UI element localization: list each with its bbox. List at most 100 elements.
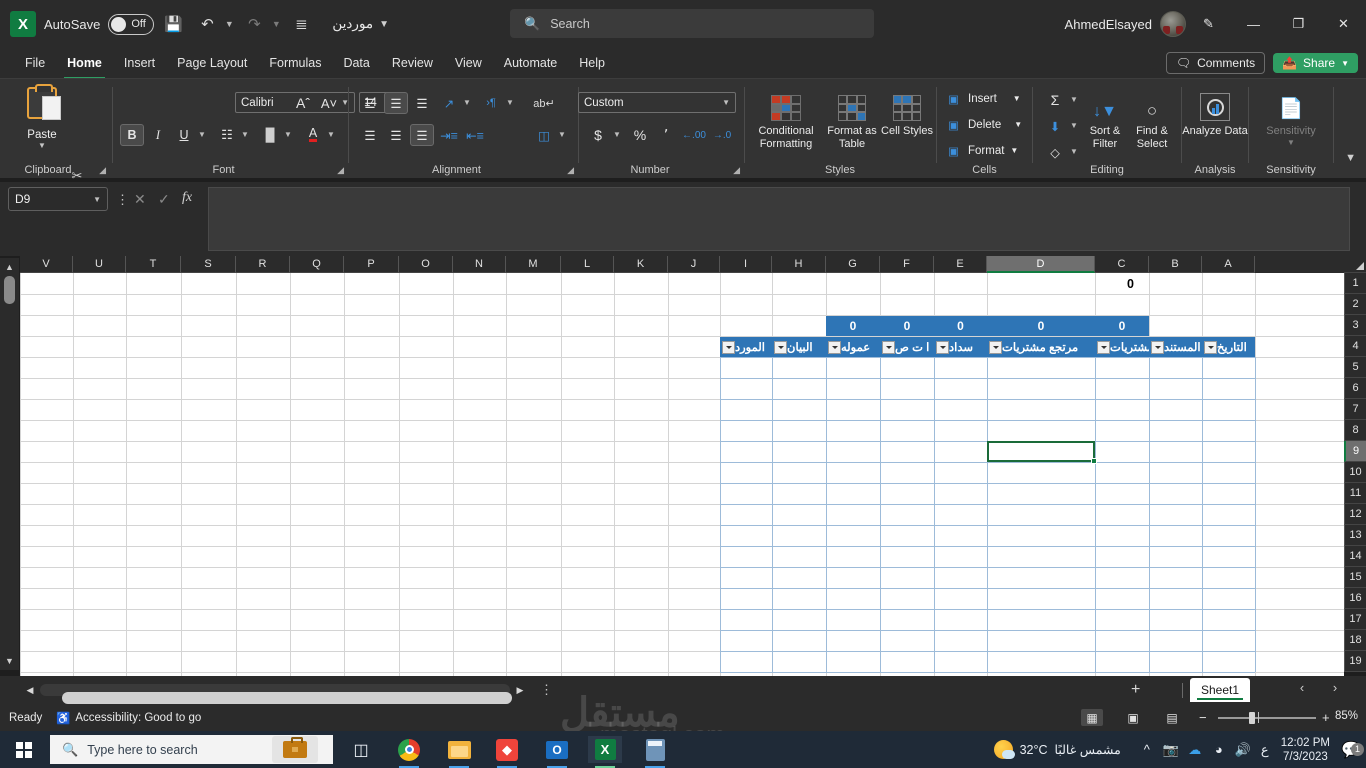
scroll-left-icon[interactable]: ◀: [22, 683, 38, 697]
clipboard-dialog-launcher[interactable]: ◢: [99, 165, 106, 176]
fill-color-dropdown-icon[interactable]: ▼: [283, 130, 293, 139]
sheet-area[interactable]: 000000التاريخرقم المستندمشترياتمرتجع مشت…: [20, 273, 1344, 676]
formula-input[interactable]: [208, 187, 1350, 251]
tab-formulas[interactable]: Formulas: [258, 51, 332, 75]
fill-handle[interactable]: [1091, 458, 1097, 464]
redo-dropdown-icon[interactable]: ▼: [270, 9, 282, 39]
font-dialog-launcher[interactable]: ◢: [337, 165, 344, 176]
column-header-B[interactable]: B: [1149, 256, 1202, 273]
insert-cells-button[interactable]: ▣ Insert ▼: [945, 91, 1021, 106]
fill-color-icon[interactable]: █: [258, 124, 282, 146]
borders-icon[interactable]: ☷: [215, 124, 239, 146]
top-align-icon[interactable]: ☰: [358, 92, 382, 114]
row-header-11[interactable]: 11: [1344, 483, 1366, 504]
bottom-align-icon[interactable]: ☰: [410, 92, 434, 114]
column-header-K[interactable]: K: [614, 256, 668, 273]
align-right-icon[interactable]: ☰: [410, 124, 434, 146]
increase-font-size-icon[interactable]: Aˆ: [291, 92, 315, 114]
document-title-dropdown-icon[interactable]: ▼: [379, 19, 389, 30]
table-header-E4[interactable]: سداد: [934, 337, 987, 357]
minimize-button[interactable]: —: [1231, 0, 1276, 48]
filter-dropdown-icon[interactable]: [1097, 340, 1110, 354]
briefcase-icon[interactable]: [272, 736, 318, 763]
delete-dropdown-icon[interactable]: ▼: [1014, 120, 1022, 129]
avatar[interactable]: [1160, 11, 1186, 37]
font-color-icon[interactable]: A: [301, 124, 325, 146]
column-header-P[interactable]: P: [344, 256, 399, 273]
calculator-icon[interactable]: [638, 736, 672, 768]
cell-C1[interactable]: 0: [1127, 277, 1134, 291]
page-layout-view-icon[interactable]: ▣: [1122, 709, 1144, 726]
decrease-indent-icon[interactable]: ⇤≡: [463, 124, 487, 146]
format-as-table-button[interactable]: Format as Table: [823, 87, 881, 151]
weather-widget[interactable]: 32°C مشمس غالبًا: [993, 740, 1121, 759]
orientation-dropdown-icon[interactable]: ▼: [462, 98, 472, 107]
row-header-1[interactable]: 1: [1344, 273, 1366, 294]
row-header-3[interactable]: 3: [1344, 315, 1366, 336]
number-format-select[interactable]: Custom ▼: [578, 92, 736, 113]
name-box[interactable]: D9 ▼: [8, 187, 108, 211]
vertical-scrollbar[interactable]: ▲ ▼: [0, 258, 19, 670]
italic-button[interactable]: I: [146, 124, 170, 146]
column-header-I[interactable]: I: [720, 256, 772, 273]
filter-dropdown-icon[interactable]: [722, 340, 735, 354]
tab-help[interactable]: Help: [568, 51, 616, 75]
table-header-H4[interactable]: البيان: [772, 337, 826, 357]
tab-automate[interactable]: Automate: [493, 51, 569, 75]
tab-insert[interactable]: Insert: [113, 51, 166, 75]
collapse-ribbon-icon[interactable]: ▼: [1345, 152, 1356, 164]
column-header-M[interactable]: M: [506, 256, 561, 273]
scroll-down-icon[interactable]: ▼: [2, 654, 17, 668]
align-center-icon[interactable]: ☰: [384, 124, 408, 146]
formula-bar-options-icon[interactable]: ⋮: [116, 192, 129, 208]
tab-page-layout[interactable]: Page Layout: [166, 51, 258, 75]
outlook-icon[interactable]: O: [540, 736, 574, 768]
row-header-19[interactable]: 19: [1344, 651, 1366, 672]
search-input[interactable]: 🔍 Search: [510, 9, 874, 38]
row-header-12[interactable]: 12: [1344, 504, 1366, 525]
row-header-4[interactable]: 4: [1344, 336, 1366, 357]
normal-view-icon[interactable]: ▦: [1081, 709, 1103, 726]
filter-dropdown-icon[interactable]: [882, 340, 895, 354]
insert-function-icon[interactable]: fx: [182, 190, 192, 206]
zoom-level-label[interactable]: 85%: [1335, 710, 1358, 722]
bold-button[interactable]: B: [120, 124, 144, 146]
tab-file[interactable]: File: [14, 51, 56, 75]
filter-dropdown-icon[interactable]: [774, 340, 787, 354]
conditional-formatting-button[interactable]: Conditional Formatting: [749, 87, 823, 151]
column-header-C[interactable]: C: [1095, 256, 1149, 273]
undo-icon[interactable]: ↶: [192, 9, 222, 39]
tab-home[interactable]: Home: [56, 51, 113, 79]
taskbar-clock[interactable]: 12:02 PM 7/3/2023: [1281, 736, 1330, 764]
delete-cells-button[interactable]: ▣ Delete ▼: [945, 117, 1022, 132]
column-header-F[interactable]: F: [880, 256, 934, 273]
scroll-right-icon[interactable]: ▶: [512, 683, 528, 697]
scroll-up-icon[interactable]: ▲: [2, 260, 17, 274]
merge-dropdown-icon[interactable]: ▼: [557, 130, 567, 139]
comments-button[interactable]: 🗨 Comments: [1165, 52, 1266, 74]
clear-icon[interactable]: ◇: [1043, 141, 1067, 163]
analyze-data-button[interactable]: Analyze Data: [1182, 87, 1248, 138]
row-header-14[interactable]: 14: [1344, 546, 1366, 567]
sensitivity-button[interactable]: 📄 Sensitivity ▼: [1259, 87, 1323, 147]
customize-quick-access-icon[interactable]: ≣: [286, 9, 316, 39]
column-header-D[interactable]: D: [987, 256, 1095, 273]
chevron-up-icon[interactable]: ^: [1135, 742, 1159, 757]
wifi-icon[interactable]: ◕: [1207, 742, 1231, 757]
row-header-5[interactable]: 5: [1344, 357, 1366, 378]
table-header-I4[interactable]: المورد: [720, 337, 772, 357]
column-header-S[interactable]: S: [181, 256, 236, 273]
horizontal-scroll-track[interactable]: [40, 684, 512, 704]
zoom-out-button[interactable]: −: [1199, 710, 1207, 725]
format-cells-button[interactable]: ▣ Format ▼: [945, 143, 1018, 158]
insert-dropdown-icon[interactable]: ▼: [1013, 94, 1021, 103]
table-header-C4[interactable]: مشتريات: [1095, 337, 1149, 357]
ribbon-display-options-icon[interactable]: ✎: [1186, 0, 1231, 48]
username-label[interactable]: AhmedElsayed: [1065, 17, 1152, 32]
currency-format-icon[interactable]: $: [586, 124, 610, 146]
active-cell-D9[interactable]: [987, 441, 1097, 464]
table-header-B4[interactable]: رقم المستند: [1149, 337, 1202, 357]
anydesk-icon[interactable]: ◆: [490, 736, 524, 768]
row-header-18[interactable]: 18: [1344, 630, 1366, 651]
tab-data[interactable]: Data: [332, 51, 380, 75]
